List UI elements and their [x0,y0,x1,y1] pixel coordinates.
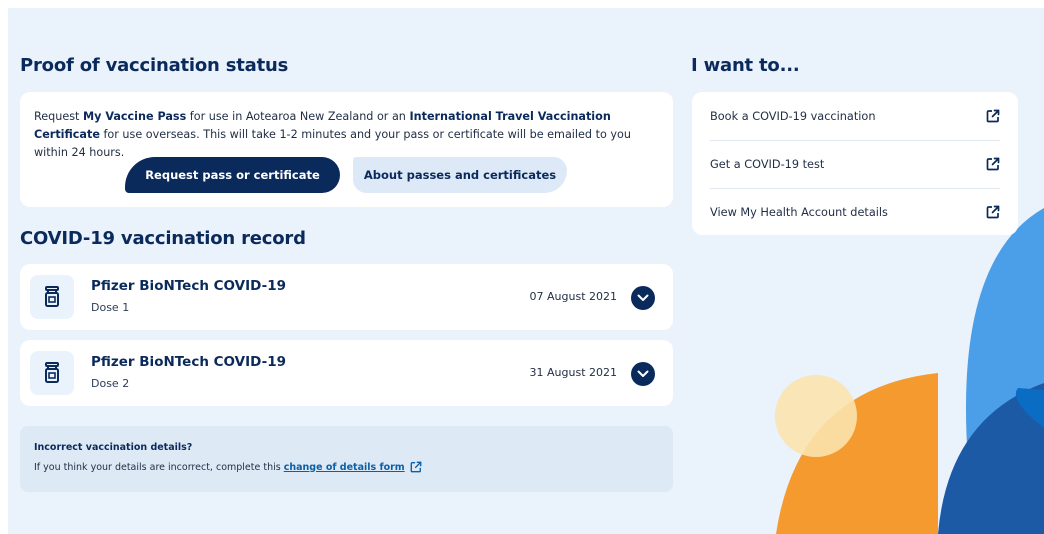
vaccination-record-item-1: Pfizer BioNTech COVID-19 Dose 1 07 Augus… [20,264,673,330]
request-pass-button[interactable]: Request pass or certificate [125,157,340,193]
change-of-details-link[interactable]: change of details form [284,462,405,473]
expand-record-button[interactable] [631,362,655,386]
external-link-icon [986,205,1000,219]
vaccine-name: Pfizer BioNTech COVID-19 [91,354,286,370]
vaccine-date: 31 August 2021 [529,366,617,379]
record-heading: COVID-19 vaccination record [20,228,306,249]
link-label: View My Health Account details [710,205,888,219]
vaccination-record-item-2: Pfizer BioNTech COVID-19 Dose 2 31 Augus… [20,340,673,406]
chevron-down-icon [637,370,649,377]
link-covid-test[interactable]: Get a COVID-19 test [710,140,1000,189]
notice-text: If you think your details are incorrect,… [34,461,422,473]
external-link-icon [986,109,1000,123]
external-link-icon [986,157,1000,171]
quick-links-card: Book a COVID-19 vaccination Get a COVID-… [692,92,1018,235]
vaccine-name: Pfizer BioNTech COVID-19 [91,278,286,294]
vial-icon-container [30,275,74,319]
link-book-vaccination[interactable]: Book a COVID-19 vaccination [710,92,1000,141]
expand-record-button[interactable] [631,286,655,310]
link-health-account[interactable]: View My Health Account details [710,188,1000,236]
notice-body: If you think your details are incorrect,… [34,461,281,473]
vial-icon [45,362,59,383]
link-label: Get a COVID-19 test [710,157,825,171]
vaccine-dose: Dose 1 [91,301,130,314]
vaccine-dose: Dose 2 [91,377,130,390]
about-passes-button[interactable]: About passes and certificates [353,157,567,193]
proof-heading: Proof of vaccination status [20,55,289,76]
incorrect-details-notice: Incorrect vaccination details? If you th… [20,426,673,492]
sidebar-heading: I want to... [691,55,800,76]
chevron-down-icon [637,294,649,301]
vaccine-date: 07 August 2021 [529,290,617,303]
external-link-icon[interactable] [410,461,422,473]
vial-icon-container [30,351,74,395]
vial-icon [45,286,59,307]
proof-intro-text: Request My Vaccine Pass for use in Aotea… [34,110,631,159]
link-label: Book a COVID-19 vaccination [710,109,876,123]
yellow-circle-shape [775,375,857,457]
notice-title: Incorrect vaccination details? [34,442,193,453]
